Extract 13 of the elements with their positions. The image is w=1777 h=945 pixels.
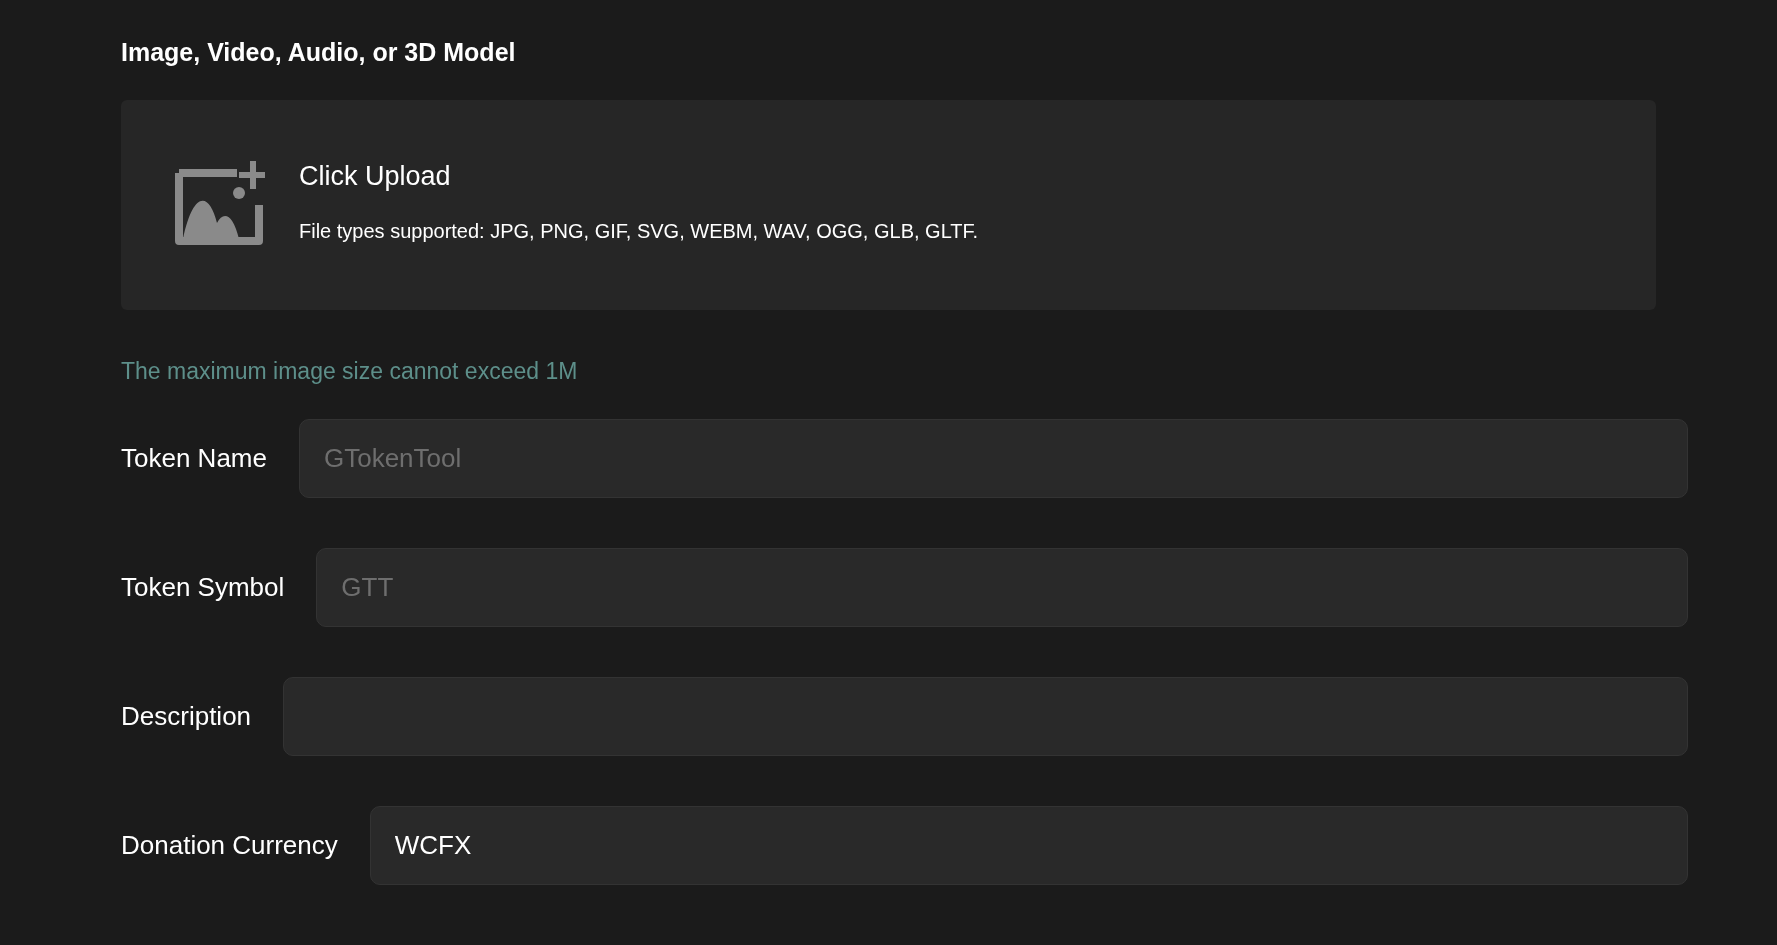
field-label: Token Name (121, 443, 267, 474)
field-label: Description (121, 701, 252, 732)
upload-area[interactable]: Click Upload File types supported: JPG, PNG, GIF, SVG, WEBM, WAV, OGG, GLB, GLTF. (121, 100, 1656, 310)
input-field[interactable]: WCFX (369, 806, 1688, 885)
size-limit-note: The maximum image size cannot exceed 1M (121, 358, 578, 385)
field-label: Donation Currency (121, 830, 338, 861)
section-title: Image, Video, Audio, or 3D Model (121, 38, 516, 67)
upload-title: Click Upload (299, 161, 451, 192)
field-label: Token Symbol (121, 572, 285, 603)
input-field[interactable]: GTT (316, 548, 1688, 627)
supported-file-types: File types supported: JPG, PNG, GIF, SVG, WEBM, WAV, OGG, GLB, GLTF. (299, 220, 979, 243)
input-field[interactable]: GTokenTool (298, 419, 1688, 498)
input-field[interactable] (283, 677, 1688, 756)
